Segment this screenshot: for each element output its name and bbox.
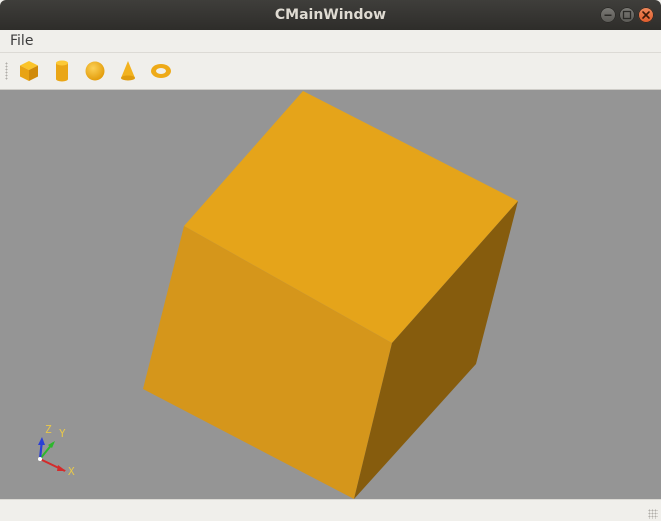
maximize-icon (622, 10, 632, 20)
menu-file[interactable]: File (4, 30, 39, 52)
add-box-button[interactable] (15, 57, 43, 85)
axis-label-y: Y (59, 427, 66, 440)
sphere-icon (85, 61, 105, 81)
status-bar (0, 499, 661, 521)
cylinder-icon (56, 60, 68, 82)
close-button[interactable] (638, 7, 654, 23)
resize-grip-handle[interactable] (648, 509, 658, 519)
torus-icon (151, 64, 171, 78)
toolbar-grip-handle[interactable] (5, 62, 8, 80)
minimize-icon (604, 14, 612, 16)
toolbar (0, 53, 661, 90)
main-window: CMainWindow File Z Y X (0, 0, 661, 521)
add-cone-button[interactable] (114, 57, 142, 85)
box-icon (20, 61, 38, 81)
add-cylinder-button[interactable] (48, 57, 76, 85)
3d-viewport[interactable]: Z Y X (0, 90, 661, 499)
title-bar[interactable]: CMainWindow (0, 0, 661, 30)
minimize-button[interactable] (600, 7, 616, 23)
axis-label-z: Z (45, 423, 52, 436)
axis-label-x: X (68, 465, 75, 478)
axes-indicator (38, 437, 66, 472)
add-torus-button[interactable] (147, 57, 175, 85)
close-icon (642, 11, 650, 19)
cone-icon (121, 61, 135, 81)
maximize-button[interactable] (619, 7, 635, 23)
add-sphere-button[interactable] (81, 57, 109, 85)
menu-bar: File (0, 30, 661, 53)
window-title: CMainWindow (274, 7, 387, 23)
viewport-scene (38, 91, 518, 499)
